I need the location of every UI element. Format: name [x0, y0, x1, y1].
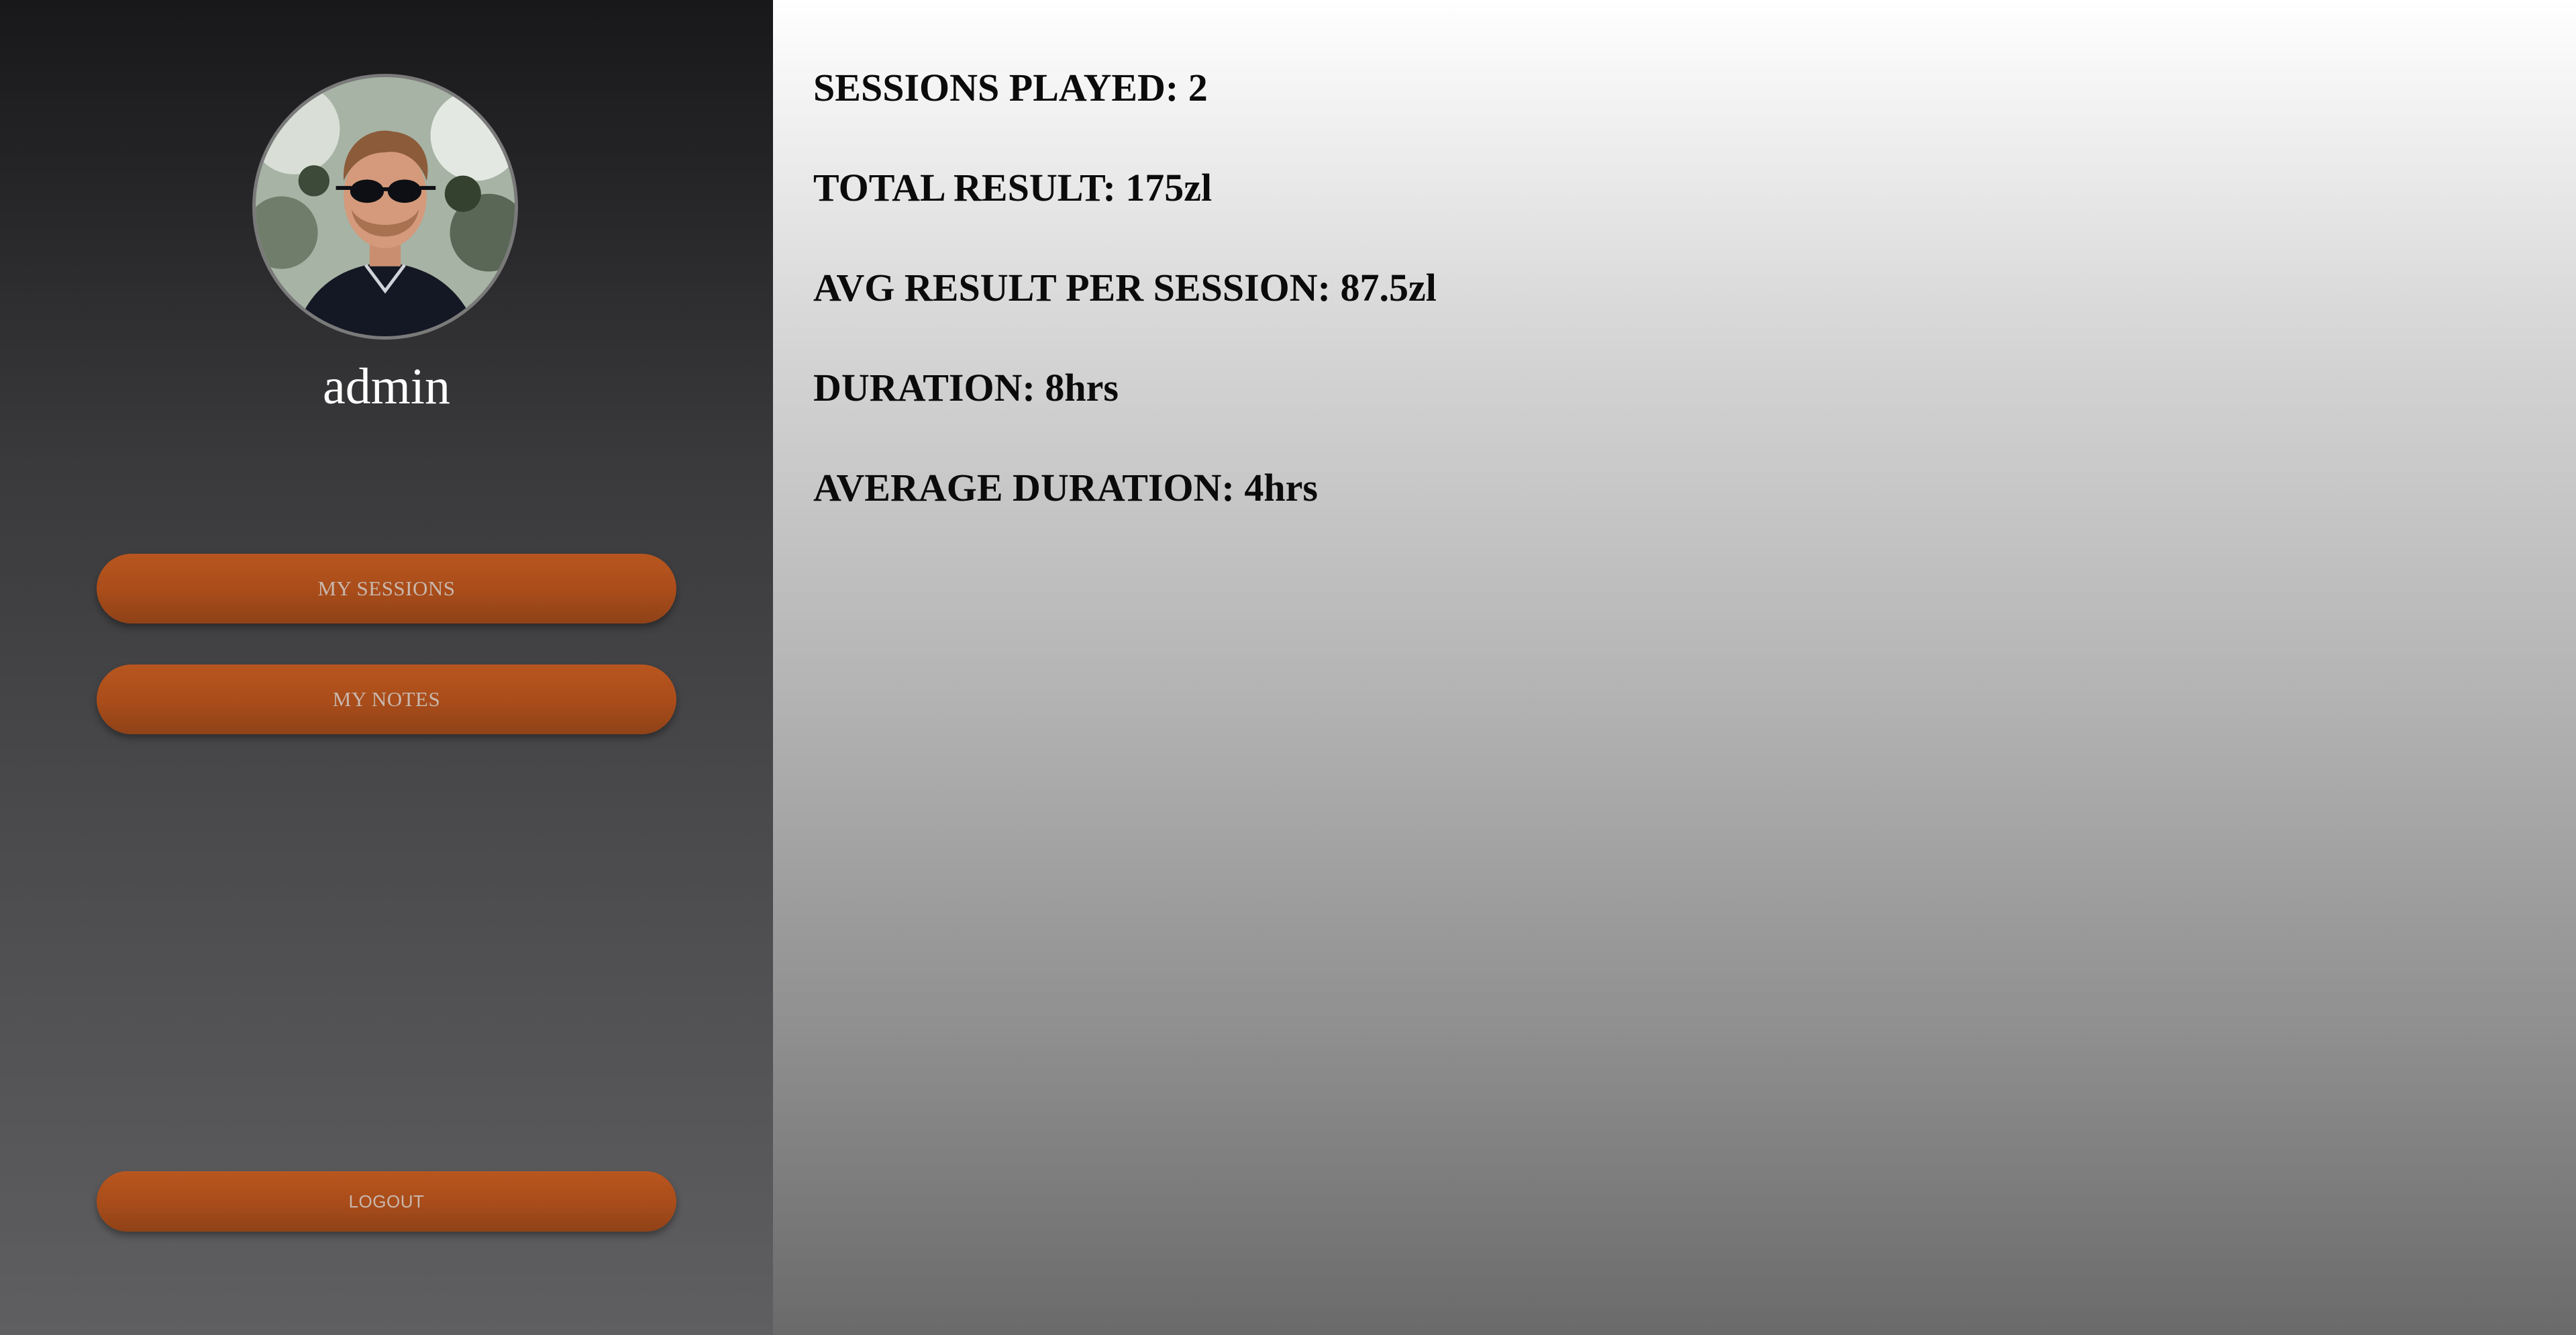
- sidebar: admin MY SESSIONS MY NOTES LOGOUT: [0, 0, 773, 1335]
- stat-total-result: TOTAL RESULT: 175zl: [813, 168, 1212, 207]
- stat-average-duration: AVERAGE DURATION: 4hrs: [813, 468, 1318, 507]
- stat-duration: DURATION: 8hrs: [813, 368, 1119, 407]
- app: admin MY SESSIONS MY NOTES LOGOUT SESSIO…: [0, 0, 2576, 1335]
- stat-value: 8hrs: [1045, 366, 1119, 409]
- my-notes-button[interactable]: MY NOTES: [97, 664, 676, 734]
- stat-avg-result: AVG RESULT PER SESSION: 87.5zl: [813, 268, 1437, 307]
- stat-value: 175zl: [1125, 166, 1213, 209]
- stat-value: 87.5zl: [1340, 266, 1437, 309]
- stat-sessions-played: SESSIONS PLAYED: 2: [813, 68, 1208, 107]
- stats-panel: SESSIONS PLAYED: 2 TOTAL RESULT: 175zl AVG…: [773, 0, 2576, 1335]
- stat-label: SESSIONS PLAYED:: [813, 66, 1179, 109]
- my-sessions-button[interactable]: MY SESSIONS: [97, 554, 676, 624]
- stat-label: AVERAGE DURATION:: [813, 466, 1235, 509]
- stat-value: 4hrs: [1244, 466, 1318, 509]
- avatar: [252, 74, 518, 340]
- stat-label: AVG RESULT PER SESSION:: [813, 266, 1331, 309]
- stat-label: DURATION:: [813, 366, 1035, 409]
- username: admin: [323, 358, 450, 415]
- logout-button[interactable]: LOGOUT: [97, 1171, 676, 1232]
- stat-value: 2: [1188, 66, 1208, 109]
- stat-label: TOTAL RESULT:: [813, 166, 1116, 209]
- avatar-photo: [256, 77, 515, 336]
